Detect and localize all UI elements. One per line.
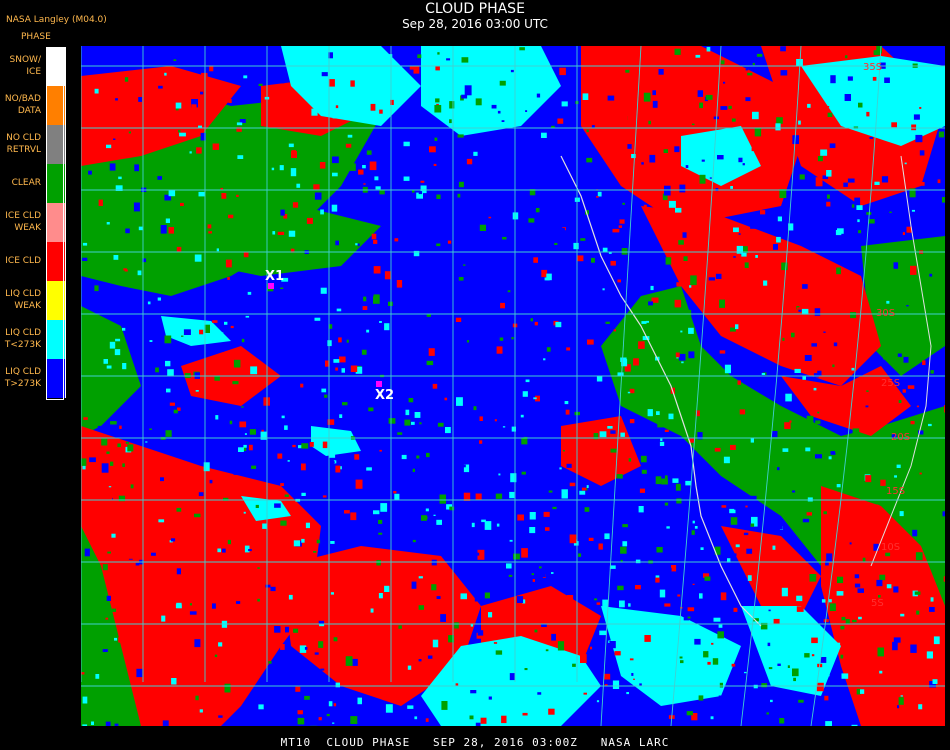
- legend-swatch: [46, 242, 66, 281]
- legend-item: LIQ CLD T>273K: [0, 359, 66, 398]
- legend-item-label: ICE CLD WEAK: [5, 211, 41, 233]
- legend-swatch: [46, 281, 66, 320]
- legend-item-label: SNOW/ICE: [9, 55, 41, 77]
- latitude-label: 35S: [863, 62, 882, 73]
- legend-swatch: [46, 359, 66, 398]
- legend-swatch: [46, 86, 66, 125]
- legend-item-label: LIQ CLD T<273K: [4, 328, 41, 350]
- latitude-label: 5S: [871, 598, 884, 609]
- marker-x2-dot: [376, 381, 382, 387]
- footer-caption: MT10 CLOUD PHASE SEP 28, 2016 03:00Z NAS…: [280, 736, 670, 749]
- legend-item: LIQ CLD WEAK: [0, 281, 66, 320]
- legend-item: ICE CLD WEAK: [0, 203, 66, 242]
- latitude-label: 10S: [881, 542, 900, 553]
- marker-x1-dot: [268, 283, 274, 289]
- legend-item-label: ICE CLD: [5, 256, 41, 266]
- legend-swatch: [46, 125, 66, 164]
- legend-item: NO/BAD DATA: [0, 86, 66, 125]
- legend-swatch: [46, 164, 66, 203]
- legend-item: ICE CLD: [0, 242, 66, 281]
- legend-item: LIQ CLD T<273K: [0, 320, 66, 359]
- legend-title: PHASE: [21, 32, 51, 42]
- latitude-label: 15S: [886, 486, 905, 497]
- legend-item-label: CLEAR: [11, 178, 41, 188]
- latitude-label: 20S: [891, 432, 910, 443]
- legend-item: NO CLD RETRVL: [0, 125, 66, 164]
- marker-x2-label: X2: [375, 388, 395, 403]
- legend-swatch: [46, 47, 66, 86]
- legend-swatch: [46, 203, 66, 242]
- marker-x1-label: X1: [265, 269, 285, 284]
- latitude-label: 25S: [881, 378, 900, 389]
- legend-swatch: [46, 320, 66, 359]
- latitude-label: 30S: [876, 308, 895, 319]
- legend-item-label: NO/BAD DATA: [4, 94, 41, 116]
- map-title: CLOUD PHASE: [425, 1, 525, 17]
- legend-item: CLEAR: [0, 164, 66, 203]
- legend-item: SNOW/ICE: [0, 47, 66, 86]
- legend-item-label: NO CLD RETRVL: [6, 133, 41, 155]
- legend-item-label: LIQ CLD T>273K: [4, 367, 41, 389]
- legend-item-label: LIQ CLD WEAK: [5, 289, 41, 311]
- map-timestamp: Sep 28, 2016 03:00 UTC: [402, 17, 548, 31]
- cloud-phase-map[interactable]: 35S 30S 25S 20S 15S 10S 5S: [81, 46, 945, 726]
